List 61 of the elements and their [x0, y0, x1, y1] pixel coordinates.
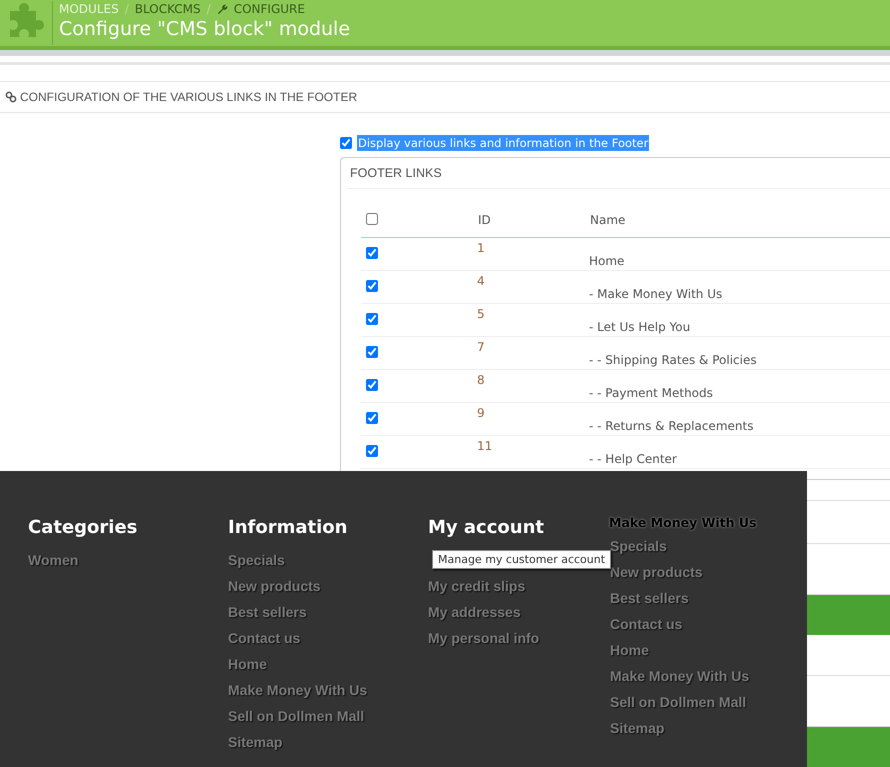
table-cell: - Let Us Help You [589, 304, 890, 336]
footer-link[interactable]: Home [610, 637, 649, 663]
footer-link[interactable]: Sitemap [228, 729, 282, 755]
table-cell: - - Shipping Rates & Policies [589, 336, 890, 370]
breadcrumb-separator: / [124, 2, 129, 16]
select-all-checkbox[interactable] [366, 212, 378, 224]
footer-link[interactable]: My credit slips [428, 573, 526, 599]
option-label: Display various links and information in the Footer [357, 135, 650, 151]
footer-link[interactable]: Specials [610, 533, 667, 559]
table-cell: - - Returns & Replacements [589, 402, 890, 436]
row-checkbox[interactable] [366, 312, 378, 324]
table-cell: 4 [477, 270, 589, 304]
breadcrumb-link[interactable]: CONFIGURE [234, 2, 305, 16]
footer-heading: Make Money With Us [609, 515, 756, 531]
wrench-icon [216, 4, 228, 14]
table-cell: Home [589, 238, 890, 270]
table-cell: - Make Money With Us [589, 270, 890, 304]
footer-heading: Categories [28, 517, 138, 540]
footer-link[interactable]: Home [228, 651, 267, 677]
table-cell: 7 [477, 336, 589, 370]
footer-link[interactable]: Contact us [610, 611, 682, 637]
row-checkbox[interactable] [366, 246, 378, 258]
table-cell: - - Help Center [589, 436, 890, 468]
breadcrumb-link[interactable]: BLOCKCMS [134, 2, 201, 16]
footer-link[interactable]: Best sellers [228, 599, 307, 625]
tooltip: Manage my customer account [432, 550, 612, 569]
row-checkbox[interactable] [366, 412, 378, 424]
footer-link[interactable]: Sell on Dollmen Mall [610, 689, 746, 715]
row-checkbox[interactable] [366, 378, 378, 390]
footer-heading: My account [428, 517, 544, 540]
footer-link[interactable]: Make Money With Us [228, 677, 368, 703]
row-checkbox[interactable] [366, 280, 378, 292]
footer-link[interactable]: Specials [228, 547, 285, 573]
link-icon [5, 91, 17, 103]
footer-link[interactable]: Make Money With Us [610, 663, 750, 689]
footer-link[interactable]: Women [28, 547, 78, 573]
section-title: CONFIGURATION OF THE VARIOUS LINKS IN THE FOOTER [20, 90, 358, 104]
footer-link[interactable]: New products [610, 559, 703, 585]
breadcrumb-link[interactable]: MODULES [59, 2, 119, 16]
footer-link[interactable]: My personal info [428, 625, 540, 651]
footer-link[interactable]: Sell on Dollmen Mall [228, 703, 364, 729]
table-cell: - - Payment Methods [589, 370, 890, 402]
table-cell: 8 [477, 370, 589, 402]
table-cell: 5 [477, 304, 589, 336]
footer-link[interactable]: Best sellers [610, 585, 689, 611]
footer-link[interactable]: New products [228, 573, 321, 599]
footer-heading: Information [228, 517, 348, 540]
footer-link[interactable]: Sitemap [610, 715, 664, 741]
breadcrumb-separator: / [206, 2, 211, 16]
footer-link[interactable]: Contact us [228, 625, 300, 651]
table-cell: 11 [477, 436, 589, 468]
footer-link[interactable]: My addresses [428, 599, 521, 625]
checkbox[interactable] [340, 137, 352, 149]
table-cell: 1 [477, 238, 589, 270]
row-checkbox[interactable] [366, 444, 378, 456]
panel-title: FOOTER LINKS [346, 158, 890, 189]
column-header: Name [589, 203, 890, 238]
column-header: ID [477, 203, 589, 238]
table-cell: 9 [477, 402, 589, 436]
row-checkbox[interactable] [366, 346, 378, 358]
page-title: Configure "CMS block" module [59, 18, 350, 40]
